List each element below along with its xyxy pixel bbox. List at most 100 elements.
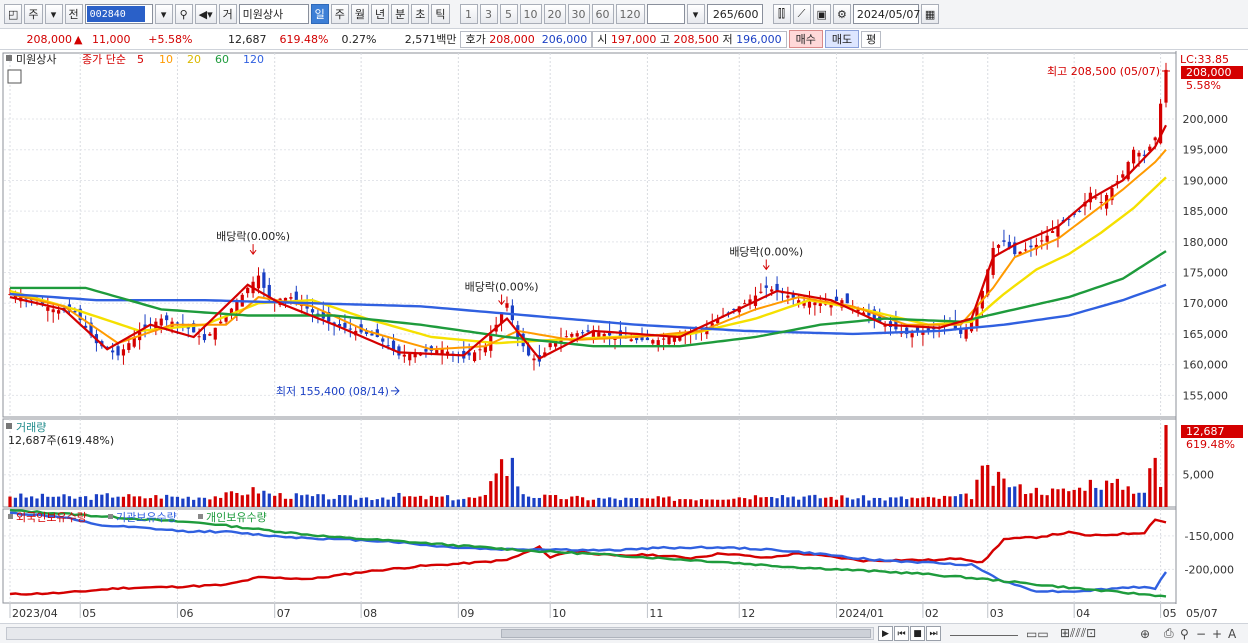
interval-30-button[interactable]: 30 <box>567 4 590 24</box>
volume-bar <box>154 495 158 507</box>
volume-bar <box>132 496 136 507</box>
zoom-out-icon[interactable]: − <box>1196 626 1206 641</box>
zoom-in-icon[interactable]: + <box>1212 626 1222 641</box>
speaker-icon[interactable]: ◀▾ <box>194 4 217 24</box>
interval-5-button[interactable]: 5 <box>499 4 518 24</box>
volume-bar <box>597 497 601 507</box>
volume-bar <box>942 495 947 507</box>
volume-bar <box>1088 479 1092 507</box>
volume-bar <box>1023 494 1028 507</box>
calendar-icon[interactable]: ▦ <box>920 4 940 24</box>
candle-body <box>532 358 536 361</box>
volume-bar <box>100 494 104 507</box>
volume-bar <box>1013 486 1017 507</box>
count-value: 265 <box>712 7 734 21</box>
legend-0: 종가 단순 <box>82 53 126 66</box>
chart-scrollbar[interactable] <box>6 627 874 640</box>
volume-bar <box>867 500 871 507</box>
prev-button[interactable]: 전 <box>64 4 83 24</box>
volume-bar <box>591 499 596 507</box>
volume-bar <box>770 496 774 507</box>
custom-interval-dropdown-icon[interactable]: ▾ <box>686 4 705 24</box>
go-start-icon[interactable]: ⏮ <box>894 626 909 641</box>
interval-20-button[interactable]: 20 <box>543 4 566 24</box>
print-icon[interactable]: ⎙ <box>1164 626 1174 641</box>
period-unit-dropdown-icon[interactable]: ▾ <box>44 4 63 24</box>
interval-3-button[interactable]: 3 <box>479 4 498 24</box>
search-icon[interactable]: ⚲ <box>174 4 193 24</box>
candle-type-icon[interactable]: ⫿⫿ <box>772 4 791 24</box>
zoom-slider[interactable] <box>950 626 1018 636</box>
candle-body <box>1137 152 1141 157</box>
crosshair-icon[interactable]: ⊕ <box>1140 626 1150 641</box>
tab-period-minute[interactable]: 분 <box>391 4 410 24</box>
stock-code-input[interactable]: 002840 <box>84 4 153 24</box>
indicator-tools-icon[interactable]: ⊞⫽⫽⫽⊡ <box>1060 626 1096 641</box>
stock-name-field[interactable]: 미원상사 <box>238 4 309 24</box>
scrollbar-thumb[interactable] <box>501 629 871 638</box>
period-unit-select[interactable]: 주 <box>24 4 43 24</box>
volume-bar <box>813 494 817 507</box>
scroll-right-icon[interactable]: ▶ <box>878 626 893 641</box>
tab-period-month[interactable]: 월 <box>350 4 370 24</box>
candle-body <box>1023 249 1028 251</box>
volume-bar <box>278 493 282 507</box>
chart-settings-icon[interactable]: ◰ <box>4 4 23 24</box>
volume-bar <box>737 497 741 507</box>
volume-bar <box>861 495 866 507</box>
tab-period-week[interactable]: 주 <box>330 4 349 24</box>
candle-body <box>996 244 1001 248</box>
volume-bar <box>786 497 790 507</box>
volume-bar <box>640 498 644 507</box>
volume-bar <box>316 494 320 507</box>
interval-1-button[interactable]: 1 <box>459 4 478 24</box>
volume-bar <box>67 496 72 507</box>
custom-interval-input[interactable] <box>646 4 685 24</box>
interval-10-button[interactable]: 10 <box>519 4 542 24</box>
volume-bar <box>1018 484 1022 507</box>
volume-bar <box>51 496 55 507</box>
legend-4: 60 <box>215 53 229 66</box>
tab-period-day[interactable]: 일 <box>310 4 329 24</box>
volume-bar <box>602 498 606 507</box>
volume-bar <box>505 475 509 507</box>
tab-period-tick[interactable]: 틱 <box>431 4 450 24</box>
volume-bar <box>1034 487 1038 507</box>
candle-body <box>759 291 763 293</box>
fast-forward-icon[interactable]: ⏭ <box>926 626 941 641</box>
volume-bar <box>1067 491 1071 507</box>
interval-120-button[interactable]: 120 <box>615 4 645 24</box>
interval-60-button[interactable]: 60 <box>591 4 614 24</box>
volume-bar <box>197 497 201 507</box>
candle-body <box>381 338 385 342</box>
volume-bar <box>116 496 120 507</box>
zoom-icon[interactable]: ⚲ <box>1180 626 1189 641</box>
legend-2: 10 <box>159 53 173 66</box>
buy-button[interactable]: 매수 <box>788 30 823 48</box>
date-field[interactable]: 2024/05/07 <box>852 4 920 24</box>
volume-bar <box>354 499 358 507</box>
volume-bar <box>797 499 801 507</box>
gear-icon[interactable]: ⚙ <box>832 4 851 24</box>
volume-bar <box>46 496 50 507</box>
tab-period-year[interactable]: 년 <box>371 4 390 24</box>
tab-period-second[interactable]: 초 <box>411 4 430 24</box>
draw-line-icon[interactable]: ⟋ <box>792 4 811 24</box>
volume-bar <box>224 492 228 507</box>
layout-icon[interactable]: ▭▭ <box>1026 626 1049 641</box>
chart-canvas[interactable]: 155,000 160,000 165,000 170,000 175,000 180,0… <box>0 51 1248 623</box>
candle-body <box>1153 137 1157 141</box>
volume-bar <box>208 499 212 507</box>
volume-bar <box>883 500 887 507</box>
save-icon[interactable]: ▣ <box>812 4 831 24</box>
count-field[interactable]: 265/600 <box>706 4 763 24</box>
candle-body <box>208 333 212 336</box>
holdings-tick-label: -200,000 <box>1185 563 1234 576</box>
evaluate-button[interactable]: 평 <box>861 30 882 48</box>
volume-bar <box>294 493 298 507</box>
code-dropdown-icon[interactable]: ▾ <box>154 4 173 24</box>
stop-icon[interactable]: ■ <box>910 626 925 641</box>
sell-button[interactable]: 매도 <box>824 30 860 48</box>
font-size-icon[interactable]: A <box>1228 626 1236 641</box>
chart-area[interactable]: 155,000 160,000 165,000 170,000 175,000 180,0… <box>0 51 1248 623</box>
